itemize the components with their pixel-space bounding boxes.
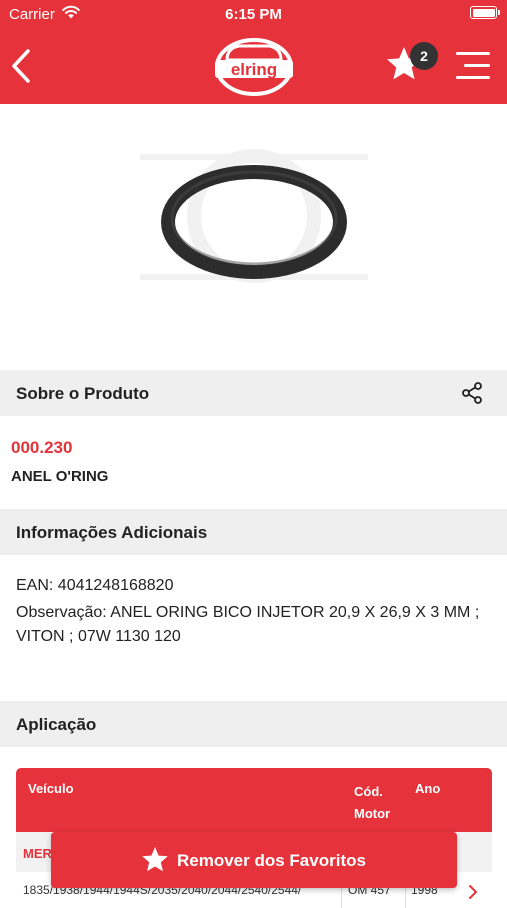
application-header: Aplicação [0,701,507,747]
elring-logo: elring [215,38,293,96]
remove-favorites-label: Remover dos Favoritos [177,851,366,870]
battery-icon [470,6,500,19]
column-year: Ano [415,781,441,796]
svg-text:elring: elring [231,60,277,79]
o-ring-image [140,149,368,283]
additional-info-header: Informações Adicionais [0,509,507,555]
additional-info-title: Informações Adicionais [16,523,208,542]
application-title: Aplicação [16,715,97,734]
back-icon[interactable] [10,48,32,84]
about-section-title: Sobre o Produto [16,384,150,403]
menu-icon[interactable] [456,50,490,80]
remove-favorites-button[interactable]: Remover dos Favoritos [51,832,457,888]
chevron-right-icon[interactable] [468,884,478,900]
star-icon [142,847,168,872]
product-image [0,104,507,370]
column-vehicle: Veículo [28,781,74,796]
favorites-count-badge: 2 [410,42,438,70]
status-time: 6:15 PM [225,6,282,23]
about-section-header: Sobre o Produto [0,370,507,416]
share-icon[interactable] [461,382,483,404]
status-bar: Carrier 6:15 PM [0,0,507,28]
product-code: 000.230 [11,438,73,457]
ean-text: EAN: 4041248168820 [16,577,174,594]
column-engine-code: Cód. Motor [354,784,391,821]
table-header: Veículo Cód. Motor Ano [16,768,492,832]
nav-bar: elring 2 [0,28,507,104]
observation-text: Observação: ANEL ORING BICO INJETOR 20,9… [16,604,480,645]
product-name: ANEL O'RING [11,468,109,485]
